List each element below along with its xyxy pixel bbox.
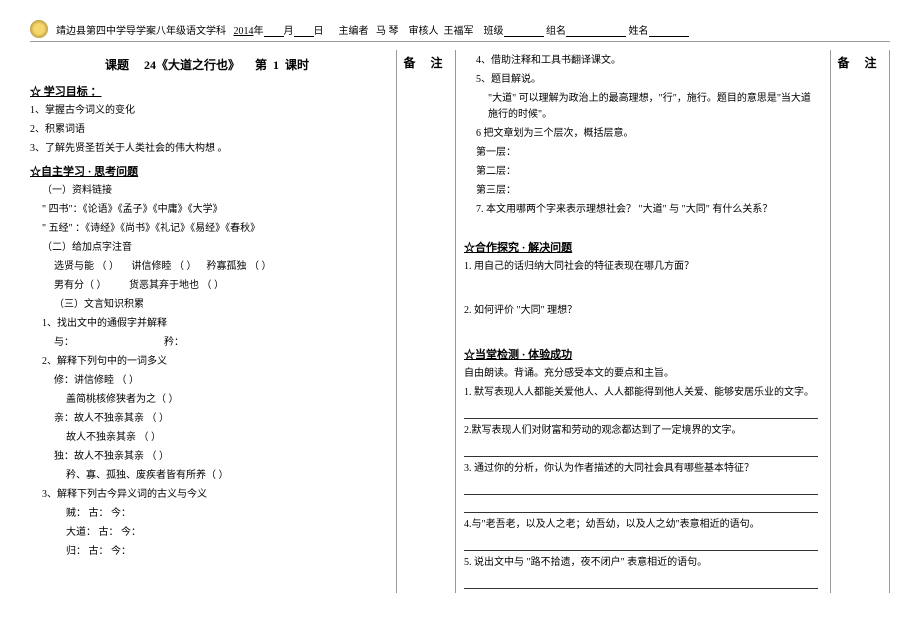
g3-e2: 大道： 古： 今： xyxy=(30,525,384,541)
phon-2b: 货恶其弃于地也 （ ） xyxy=(129,280,224,291)
reviewer-label: 审核人 xyxy=(409,26,439,37)
g1: 1、找出文中的通假字并解释 xyxy=(30,316,384,332)
t2: 2.默写表现人们对财富和劳动的观念都达到了一定境界的文字。 xyxy=(464,423,818,439)
resource-head: （一）资料链接 xyxy=(30,183,384,199)
t5: 5. 说出文中与 "路不拾遗，夜不闭户" 表意相近的语句。 xyxy=(464,555,818,571)
name-label: 姓名 xyxy=(629,26,649,37)
note-column-left: 备 注 xyxy=(396,50,456,593)
period-label: 第 xyxy=(255,58,267,72)
g3: 3、解释下列古今异义词的古义与今义 xyxy=(30,487,384,503)
phonetics-head: （二）给加点字注音 xyxy=(30,240,384,256)
month-label: 月 xyxy=(284,26,294,37)
day-blank xyxy=(294,25,314,37)
answer-line-4 xyxy=(464,537,818,551)
class-label: 班级 xyxy=(484,26,504,37)
lesson-title: 课题 24《大道之行也》 第 1 课时 xyxy=(30,56,384,73)
name-blank xyxy=(649,25,689,37)
r6-l1: 第一层： xyxy=(464,145,818,161)
period-num: 1 xyxy=(273,58,279,72)
r7: 7. 本文用哪两个字来表示理想社会？ "大道" 与 "大同" 有什么关系？ xyxy=(464,202,818,218)
phon-1c: 矜寡孤独 （ ） xyxy=(207,261,272,272)
goal-heading: ☆ 学习目标 ： xyxy=(30,83,384,99)
g2-xiu2: 盖简桃核修狭者为之（ ） xyxy=(30,392,384,408)
answer-line-2 xyxy=(464,443,818,457)
g2-du: 独：故人不独亲其亲 （ ） xyxy=(30,449,384,465)
class-blank xyxy=(504,25,544,37)
school-logo-icon xyxy=(30,20,48,38)
phon-row-2: 男有分（ ） 货恶其弃于地也 （ ） xyxy=(30,278,384,294)
topic-label: 课题 xyxy=(105,58,129,72)
g1b: 矜： xyxy=(164,337,184,348)
reviewer: 王福军 xyxy=(444,26,474,37)
school-name: 靖边县第四中学导学案八年级语文学科 xyxy=(56,26,226,37)
header-text: 靖边县第四中学导学案八年级语文学科 2014年 月 日 主编者 马 琴 审核人 王福… xyxy=(56,22,890,37)
g2: 2、解释下列句中的一词多义 xyxy=(30,354,384,370)
note-title-right: 备 注 xyxy=(833,52,887,71)
phon-1a: 选贤与能 （ ） xyxy=(54,261,119,272)
c2: 2. 如何评价 "大同" 理想？ xyxy=(464,303,818,319)
r6: 6 把文章划为三个层次，概括层意。 xyxy=(464,126,818,142)
test-intro: 自由朗读。背诵。充分感受本文的要点和主旨。 xyxy=(464,366,818,382)
g1a: 与： xyxy=(54,337,74,348)
g3-e1: 贼： 古： 今： xyxy=(30,506,384,522)
editor-label: 主编者 xyxy=(339,26,369,37)
g3-e3: 归： 古： 今： xyxy=(30,544,384,560)
r6-l2: 第二层： xyxy=(464,164,818,180)
group-label: 组名 xyxy=(546,26,566,37)
r5-text: "大道" 可以理解为政治上的最高理想，"行"，施行。题目的意思是"当大道施行的时… xyxy=(464,91,818,123)
answer-line-1 xyxy=(464,405,818,419)
note-title-left: 备 注 xyxy=(399,52,453,71)
goal-2: 2、积累词语 xyxy=(30,122,384,138)
group-blank xyxy=(566,25,626,37)
g1-row: 与： 矜： xyxy=(30,335,384,351)
c1: 1. 用自己的话归纳大同社会的特征表现在哪几方面？ xyxy=(464,259,818,275)
answer-line-3b xyxy=(464,499,818,513)
page-header: 靖边县第四中学导学案八年级语文学科 2014年 月 日 主编者 马 琴 审核人 王福… xyxy=(30,20,890,42)
day-label: 日 xyxy=(314,26,324,37)
month-blank xyxy=(264,25,284,37)
answer-line-3a xyxy=(464,481,818,495)
r6-l3: 第三层： xyxy=(464,183,818,199)
g2-xiu: 修：讲信修睦 （ ） xyxy=(30,373,384,389)
phon-row-1: 选贤与能 （ ） 讲信修睦 （ ） 矜寡孤独 （ ） xyxy=(30,259,384,275)
coop-heading: ☆合作探究 · 解决问题 xyxy=(464,239,818,255)
g2-du2: 矜、寡、孤独、废疾者皆有所养（ ） xyxy=(30,468,384,484)
resource-2: " 五经" ：《诗经》《尚书》《礼记》《易经》《春秋》 xyxy=(30,221,384,237)
t3: 3. 通过你的分析，你认为作者描述的大同社会具有哪些基本特征？ xyxy=(464,461,818,477)
goal-3: 3、了解先贤圣哲关于人类社会的伟大构想 。 xyxy=(30,141,384,157)
year-label: 年 xyxy=(254,26,264,37)
period-unit: 课时 xyxy=(285,58,309,72)
answer-line-5 xyxy=(464,575,818,589)
note-column-right: 备 注 xyxy=(830,50,890,593)
right-column: 4、借助注释和工具书翻译课文。 5、题目解说。 "大道" 可以理解为政治上的最高… xyxy=(464,50,822,593)
t1: 1. 默写表现人人都能关爱他人、人人都能得到他人关爱、能够安居乐业的文字。 xyxy=(464,385,818,401)
year: 2014 xyxy=(234,26,254,37)
editor: 马 琴 xyxy=(376,26,399,37)
phon-1b: 讲信修睦 （ ） xyxy=(132,261,197,272)
content-columns: 课题 24《大道之行也》 第 1 课时 ☆ 学习目标 ： 1、掌握古今词义的变化… xyxy=(30,50,890,593)
goal-1: 1、掌握古今词义的变化 xyxy=(30,103,384,119)
phon-2a: 男有分（ ） xyxy=(54,280,107,291)
grammar-head: （三）文言知识积累 xyxy=(30,297,384,313)
t4: 4.与"老吾老，以及人之老；幼吾幼，以及人之幼"表意相近的语句。 xyxy=(464,517,818,533)
selfstudy-heading: ☆自主学习 · 思考问题 xyxy=(30,163,384,179)
r5: 5、题目解说。 xyxy=(464,72,818,88)
topic: 24《大道之行也》 xyxy=(144,58,240,72)
left-column: 课题 24《大道之行也》 第 1 课时 ☆ 学习目标 ： 1、掌握古今词义的变化… xyxy=(30,50,388,593)
test-heading: ☆当堂检测 · 体验成功 xyxy=(464,346,818,362)
resource-1: " 四书"：《论语》《孟子》《中庸》《大学》 xyxy=(30,202,384,218)
g2-qin2: 故人不独亲其亲 （ ） xyxy=(30,430,384,446)
r4: 4、借助注释和工具书翻译课文。 xyxy=(464,53,818,69)
g2-qin: 亲：故人不独亲其亲 （ ） xyxy=(30,411,384,427)
